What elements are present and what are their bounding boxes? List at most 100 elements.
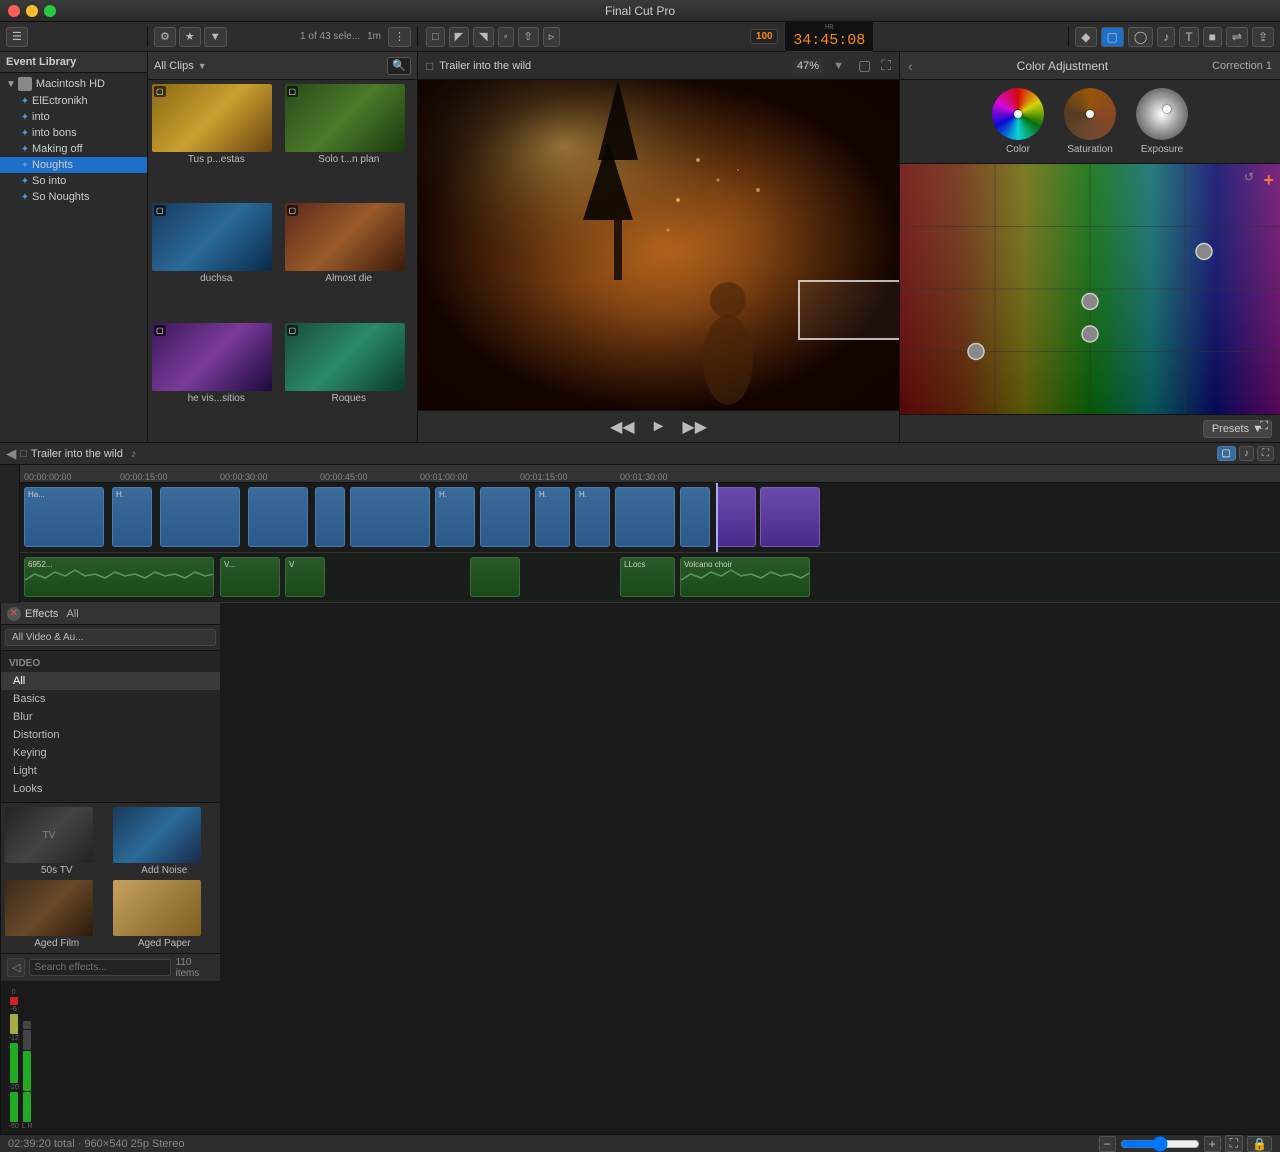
audio-clip-4[interactable]: LLocs	[620, 557, 675, 597]
timeline-clip-9[interactable]: H.	[575, 487, 610, 547]
effects-filter-btn[interactable]: All Video & Au...	[5, 629, 216, 646]
category-distortion[interactable]: Distortion	[1, 726, 220, 744]
curve-add-btn[interactable]: +	[1263, 170, 1274, 191]
zoom-lock-btn[interactable]: 🔒	[1247, 1136, 1272, 1152]
curve-point-shadow[interactable]	[968, 344, 984, 360]
zoom-dropdown-arrow[interactable]: ▼	[833, 60, 844, 72]
tree-item-into-bons[interactable]: ✦ into bons	[0, 125, 147, 141]
clip-item-4[interactable]: ▢ he vis...sitios	[152, 323, 281, 438]
tree-item-into[interactable]: ✦ into	[0, 109, 147, 125]
timeline-clip-5[interactable]	[350, 487, 430, 547]
effects-close-btn[interactable]: ✕	[7, 607, 21, 621]
curve-point-mid[interactable]	[1082, 294, 1098, 310]
video-mode-btn[interactable]: ▢	[1101, 27, 1124, 47]
timeline-clip-13[interactable]	[760, 487, 820, 547]
clip-list-toggle[interactable]: ☰	[6, 27, 28, 47]
curve-point-v[interactable]	[1082, 326, 1098, 342]
timeline-clip-10[interactable]	[615, 487, 675, 547]
tool-btn-1[interactable]: □	[426, 27, 445, 47]
timeline-mode-video[interactable]: ▢	[1217, 446, 1236, 461]
timeline-clip-4[interactable]	[315, 487, 345, 547]
tree-item-electronikh[interactable]: ✦ ElEctronikh	[0, 93, 147, 109]
category-basics[interactable]: Basics	[1, 690, 220, 708]
tool-select[interactable]: ⇧	[518, 27, 539, 47]
category-light[interactable]: Light	[1, 762, 220, 780]
effect-item-3[interactable]: Aged Paper	[113, 880, 217, 949]
prev-frame-btn[interactable]: ◀◀	[606, 415, 639, 439]
clip-item-5[interactable]: ▢ Roques	[285, 323, 414, 438]
zoom-fit-btn[interactable]: ⛶	[1225, 1135, 1243, 1152]
curve-point-high[interactable]	[1196, 244, 1212, 260]
fullscreen-btn[interactable]: ⛶	[1260, 420, 1268, 433]
transition-btn[interactable]: ⇌	[1226, 27, 1248, 47]
tree-item-so-into[interactable]: ✦ So into	[0, 173, 147, 189]
zoom-level[interactable]: 47%	[793, 59, 823, 73]
curve-reset-btn[interactable]: ↺	[1244, 170, 1254, 184]
timeline-clip-1[interactable]: H.	[112, 487, 152, 547]
color-wheel-color[interactable]	[992, 88, 1044, 140]
tree-item-so-noughts[interactable]: ✦ So Noughts	[0, 189, 147, 205]
view-options-icon[interactable]: ▢	[858, 57, 871, 74]
timeline-clip-3[interactable]	[248, 487, 308, 547]
audio-clip-0[interactable]: 6952...	[24, 557, 214, 597]
timeline-clip-12[interactable]	[716, 487, 756, 547]
fullscreen-icon[interactable]: ⛶	[881, 57, 891, 74]
play-btn[interactable]: ►	[647, 416, 671, 438]
clips-view-btn[interactable]: ⋮	[388, 27, 411, 47]
photo-mode-btn[interactable]: ◯	[1128, 27, 1153, 47]
timeline-back-btn[interactable]: ◀	[6, 446, 16, 462]
audio-clip-3[interactable]	[470, 557, 520, 597]
tool-trim[interactable]: ▹	[543, 27, 561, 47]
timeline-clip-11[interactable]	[680, 487, 710, 547]
tool-btn-2[interactable]: ◤	[449, 27, 469, 47]
color-wheel-exposure[interactable]	[1136, 88, 1188, 140]
audio-clip-5[interactable]: Volcano choir	[680, 557, 810, 597]
clips-search-btn[interactable]: 🔍	[387, 57, 411, 75]
minimize-button[interactable]	[26, 5, 38, 17]
close-button[interactable]	[8, 5, 20, 17]
effect-item-1[interactable]: Add Noise	[113, 807, 217, 876]
filter-btn[interactable]: ▼	[204, 27, 227, 47]
blade-btn[interactable]: ◆	[1075, 27, 1096, 47]
category-keying[interactable]: Keying	[1, 744, 220, 762]
rating-btn[interactable]: ★	[179, 27, 201, 47]
zoom-in-btn[interactable]: +	[1204, 1136, 1221, 1152]
generator-btn[interactable]: ■	[1203, 27, 1222, 47]
clip-item-0[interactable]: ▢ Tus p...estas	[152, 84, 281, 199]
zoom-slider[interactable]	[1120, 1136, 1200, 1152]
category-all[interactable]: All	[1, 672, 220, 690]
audio-clip-1[interactable]: V...	[220, 557, 280, 597]
tool-btn-4[interactable]: ◦	[498, 27, 514, 47]
clip-item-3[interactable]: ▢ Almost die	[285, 203, 414, 318]
effect-item-0[interactable]: TV 50s TV	[5, 807, 109, 876]
category-looks[interactable]: Looks	[1, 780, 220, 798]
clips-dropdown-arrow[interactable]: ▼	[198, 61, 207, 71]
audio-clip-2[interactable]: V	[285, 557, 325, 597]
clip-item-2[interactable]: ▢ duchsa	[152, 203, 281, 318]
effect-item-2[interactable]: Aged Film	[5, 880, 109, 949]
timeline-clip-2[interactable]	[160, 487, 240, 547]
category-blur[interactable]: Blur	[1, 708, 220, 726]
clip-item-1[interactable]: ▢ Solo t...n plan	[285, 84, 414, 199]
audio-mode-btn[interactable]: ♪	[1157, 27, 1175, 47]
tool-btn-3[interactable]: ◥	[473, 27, 493, 47]
share-btn[interactable]: ⇪	[1252, 27, 1274, 47]
title-mode-btn[interactable]: T	[1179, 27, 1198, 47]
timeline-zoom-fit[interactable]: ⛶	[1257, 446, 1274, 461]
tree-item-making-off[interactable]: ✦ Making off	[0, 141, 147, 157]
effects-search-input[interactable]	[29, 959, 171, 976]
tree-item-noughts[interactable]: ✦ Noughts	[0, 157, 147, 173]
tree-item-macintosh[interactable]: ▼ Macintosh HD	[0, 75, 147, 93]
timeline-mode-audio[interactable]: ♪	[1239, 446, 1254, 461]
selection-overlay[interactable]	[798, 280, 899, 340]
timeline-clip-8[interactable]: H.	[535, 487, 570, 547]
timeline-clip-6[interactable]: H.	[435, 487, 475, 547]
timeline-clip-0[interactable]: Ha...	[24, 487, 104, 547]
effects-collapse-btn[interactable]: ◁	[7, 958, 25, 977]
playhead[interactable]	[716, 483, 718, 552]
fullscreen-button[interactable]	[44, 5, 56, 17]
clips-settings-btn[interactable]: ⚙	[154, 27, 176, 47]
next-frame-btn[interactable]: ▶▶	[678, 415, 711, 439]
zoom-out-btn[interactable]: −	[1099, 1136, 1116, 1152]
color-wheel-saturation[interactable]	[1064, 88, 1116, 140]
